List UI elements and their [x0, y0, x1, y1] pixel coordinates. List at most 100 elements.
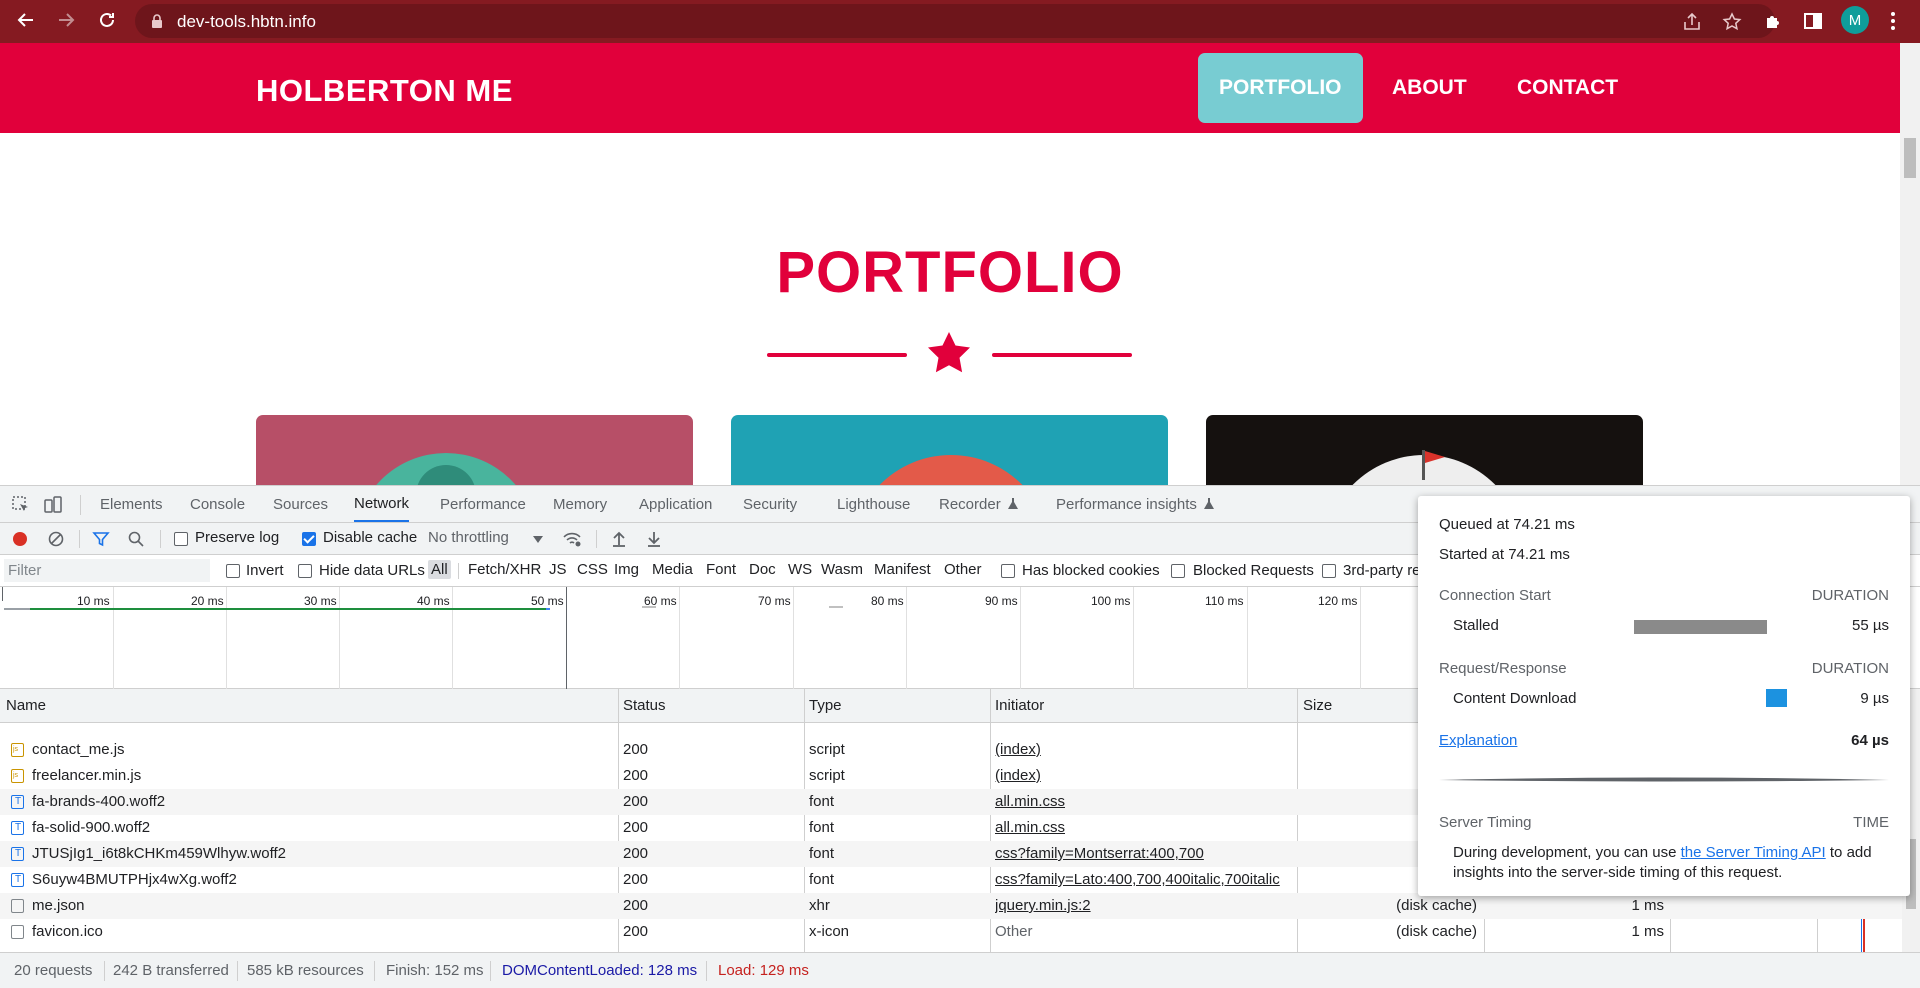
table-row[interactable]: me.json 200 xhr jquery.min.js:2 (disk ca… — [0, 893, 1902, 919]
filter-type-wasm[interactable]: Wasm — [818, 560, 866, 579]
column-name[interactable]: Name — [6, 697, 46, 714]
clear-icon[interactable] — [47, 530, 65, 548]
disable-cache-checkbox[interactable] — [302, 532, 316, 546]
filter-type-fetch-xhr[interactable]: Fetch/XHR — [465, 560, 544, 579]
column-status[interactable]: Status — [623, 697, 666, 714]
page-scrollbar-thumb[interactable] — [1904, 138, 1916, 178]
profile-avatar[interactable]: M — [1841, 6, 1869, 34]
filter-type-font[interactable]: Font — [703, 560, 739, 579]
reload-icon[interactable] — [95, 8, 119, 32]
request-status: 200 — [623, 871, 649, 888]
network-conditions-icon[interactable] — [563, 530, 581, 548]
request-size: (disk cache) — [1396, 923, 1477, 940]
tab-application[interactable]: Application — [639, 486, 712, 522]
summary-separator — [104, 961, 105, 981]
page-scrollbar[interactable] — [1900, 43, 1920, 485]
filter-type-all[interactable]: All — [428, 560, 451, 579]
inspect-element-icon[interactable] — [11, 495, 31, 515]
request-name: contact_me.js — [32, 741, 125, 758]
invert-checkbox[interactable] — [226, 564, 240, 578]
filter-type-css[interactable]: CSS — [574, 560, 611, 579]
back-icon[interactable] — [14, 8, 38, 32]
request-initiator[interactable]: (index) — [995, 741, 1041, 758]
stalled-bar — [1634, 620, 1767, 634]
device-toolbar-icon[interactable] — [43, 495, 63, 515]
tab-console[interactable]: Console — [190, 486, 245, 522]
column-type[interactable]: Type — [809, 697, 842, 714]
tab-lighthouse[interactable]: Lighthouse — [837, 486, 910, 522]
filter-type-other[interactable]: Other — [941, 560, 985, 579]
request-status: 200 — [623, 923, 649, 940]
table-row[interactable]: favicon.ico 200 x-icon Other (disk cache… — [0, 919, 1902, 945]
tab-elements[interactable]: Elements — [100, 486, 163, 522]
tab-security[interactable]: Security — [743, 486, 797, 522]
timeline-tick-label: 80 ms — [871, 594, 904, 608]
server-timing-api-link[interactable]: the Server Timing API — [1681, 844, 1826, 861]
filter-type-media[interactable]: Media — [649, 560, 696, 579]
toolbar-separator — [160, 530, 161, 548]
nav-about[interactable]: ABOUT — [1371, 53, 1488, 123]
preserve-log-checkbox[interactable] — [174, 532, 188, 546]
filter-type-js[interactable]: JS — [546, 560, 570, 579]
disable-cache-label: Disable cache — [323, 529, 418, 546]
toolbar-separator — [79, 530, 80, 548]
nav-portfolio[interactable]: PORTFOLIO — [1198, 53, 1363, 123]
filter-type-manifest[interactable]: Manifest — [871, 560, 934, 579]
request-initiator[interactable]: all.min.css — [995, 793, 1065, 810]
filter-type-doc[interactable]: Doc — [746, 560, 779, 579]
column-initiator[interactable]: Initiator — [995, 697, 1044, 714]
request-name: fa-brands-400.woff2 — [32, 793, 166, 810]
request-initiator[interactable]: (index) — [995, 767, 1041, 784]
nav-contact[interactable]: CONTACT — [1496, 53, 1639, 123]
extensions-icon[interactable] — [1762, 9, 1786, 33]
timeline-gridline — [452, 587, 453, 689]
timeline-selection-left[interactable] — [2, 587, 3, 601]
hide-data-urls-checkbox[interactable] — [298, 564, 312, 578]
timeline-selection-right[interactable] — [566, 587, 567, 689]
filter-type-img[interactable]: Img — [611, 560, 642, 579]
started-at: Started at 74.21 ms — [1439, 546, 1570, 563]
portfolio-card-2[interactable] — [731, 415, 1168, 485]
filter-input[interactable] — [4, 559, 210, 582]
request-initiator[interactable]: jquery.min.js:2 — [995, 897, 1091, 914]
address-bar[interactable]: dev-tools.hbtn.info — [135, 4, 1775, 38]
site-brand[interactable]: HOLBERTON ME — [256, 73, 513, 109]
export-har-icon[interactable] — [645, 530, 663, 548]
filter-type-ws[interactable]: WS — [785, 560, 815, 579]
record-icon[interactable] — [11, 530, 29, 548]
third-party-checkbox[interactable] — [1322, 564, 1336, 578]
share-icon[interactable] — [1681, 11, 1703, 33]
summary-separator — [237, 961, 238, 981]
tab-performance[interactable]: Performance — [440, 486, 526, 522]
portfolio-card-1[interactable] — [256, 415, 693, 485]
timeline-tick-label: 10 ms — [77, 594, 110, 608]
bookmark-star-icon[interactable] — [1721, 11, 1743, 33]
tab-performance-insights-label: Performance insights — [1056, 495, 1197, 513]
forward-icon[interactable] — [54, 8, 78, 32]
has-blocked-cookies-checkbox[interactable] — [1001, 564, 1015, 578]
tab-performance-insights[interactable]: Performance insights — [1056, 486, 1216, 522]
import-har-icon[interactable] — [610, 530, 628, 548]
request-initiator[interactable]: all.min.css — [995, 819, 1065, 836]
request-initiator[interactable]: css?family=Montserrat:400,700 — [995, 845, 1204, 862]
side-panel-icon[interactable] — [1801, 9, 1825, 33]
blocked-requests-checkbox[interactable] — [1171, 564, 1185, 578]
search-icon[interactable] — [127, 530, 145, 548]
chevron-down-icon[interactable] — [532, 533, 544, 545]
explanation-link[interactable]: Explanation — [1439, 732, 1517, 749]
timeline-gridline — [793, 587, 794, 689]
request-status: 200 — [623, 819, 649, 836]
filter-icon[interactable] — [92, 530, 110, 548]
popover-divider — [1439, 777, 1889, 782]
throttling-select[interactable]: No throttling — [428, 529, 509, 546]
tab-memory[interactable]: Memory — [553, 486, 607, 522]
timeline-tick-label: 90 ms — [985, 594, 1018, 608]
tab-sources[interactable]: Sources — [273, 486, 328, 522]
tab-network[interactable]: Network — [354, 486, 410, 522]
column-size[interactable]: Size — [1303, 697, 1332, 714]
menu-icon[interactable] — [1890, 10, 1896, 32]
request-initiator[interactable]: css?family=Lato:400,700,400italic,700ita… — [995, 871, 1291, 888]
server-timing-text: During development, you can use the Serv… — [1453, 844, 1872, 861]
tab-recorder[interactable]: Recorder — [939, 486, 1020, 522]
portfolio-card-3[interactable] — [1206, 415, 1643, 485]
